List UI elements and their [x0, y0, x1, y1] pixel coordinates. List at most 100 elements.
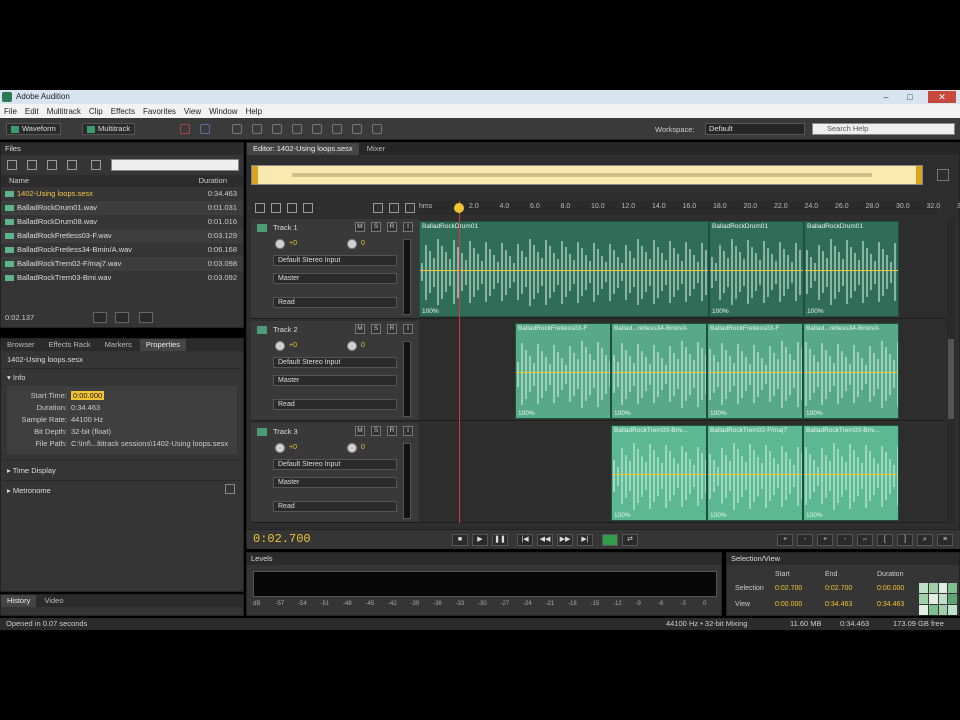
preview-loop-icon[interactable]: [115, 312, 129, 323]
slip-tool-icon[interactable]: [272, 124, 282, 134]
arm-record-button[interactable]: R: [387, 426, 397, 436]
preview-play-icon[interactable]: [93, 312, 107, 323]
editor-scrollbar-thumb[interactable]: [948, 339, 954, 419]
mute-button[interactable]: M: [355, 324, 365, 334]
spectral-pitch-icon[interactable]: [200, 124, 210, 134]
file-row[interactable]: BalladRockDrum08.wav 0:01.016: [1, 215, 243, 229]
volume-value[interactable]: +0: [289, 342, 297, 349]
zoom-out-amplitude-icon[interactable]: -: [797, 534, 813, 546]
zoom-in-amplitude-icon[interactable]: +: [777, 534, 793, 546]
menu-file[interactable]: File: [4, 107, 17, 116]
menu-effects[interactable]: Effects: [111, 107, 135, 116]
tab-browser[interactable]: Browser: [1, 339, 41, 351]
move-to-end-button[interactable]: ▶|: [577, 534, 593, 546]
search-help-input[interactable]: Search Help: [812, 123, 955, 135]
mute-button[interactable]: M: [355, 426, 365, 436]
zoom-in-time-icon[interactable]: +: [817, 534, 833, 546]
editor-scrollbar[interactable]: [947, 219, 955, 523]
pan-knob[interactable]: [347, 443, 357, 453]
track-effects-tool-icon[interactable]: [271, 203, 281, 213]
track-name[interactable]: Track 3: [273, 427, 298, 436]
files-tab[interactable]: Files: [5, 144, 21, 153]
playhead-handle[interactable]: [454, 203, 464, 213]
track-eq-tool-icon[interactable]: [303, 203, 313, 213]
automation-mode-select[interactable]: Read: [273, 297, 397, 308]
file-row[interactable]: BalladRockDrum01.wav 0:01.031: [1, 201, 243, 215]
menu-edit[interactable]: Edit: [25, 107, 39, 116]
clip-volume-line[interactable]: [420, 270, 708, 271]
selection-start[interactable]: 0:02.700: [775, 585, 802, 592]
tab-editor[interactable]: Editor: 1402-Using loops.sesx: [247, 143, 359, 155]
waveform-button[interactable]: Waveform: [6, 123, 61, 135]
skip-selection-button[interactable]: ⇄: [622, 534, 638, 546]
audio-clip[interactable]: BalladRockTrem03-Bmi... 100%: [611, 425, 707, 521]
audio-clip[interactable]: Ballad...retless34-Bmin/A 100%: [611, 323, 707, 419]
metronome-icon[interactable]: [225, 484, 235, 494]
selection-view-title[interactable]: Selection/View: [731, 554, 780, 563]
tab-markers[interactable]: Markers: [99, 339, 138, 351]
monitor-input-button[interactable]: I: [403, 324, 413, 334]
open-file-icon[interactable]: [27, 160, 37, 170]
track-header[interactable]: Track 2 M S R I +0 0 Default Stereo Input Master…: [251, 321, 419, 421]
pan-value[interactable]: 0: [361, 444, 365, 451]
clip-volume-line[interactable]: [516, 372, 610, 373]
track-header[interactable]: Track 1 M S R I +0 0 Default Stereo Input Master…: [251, 219, 419, 319]
menu-view[interactable]: View: [184, 107, 201, 116]
solo-button[interactable]: S: [371, 222, 381, 232]
playhead[interactable]: [459, 201, 460, 523]
track-volume-tool-icon[interactable]: [255, 203, 265, 213]
pause-button[interactable]: ❚❚: [492, 534, 508, 546]
audio-clip[interactable]: BalladRockFretless03-F 100%: [707, 323, 803, 419]
audio-clip[interactable]: BalladRockDrum01 100%: [709, 221, 804, 317]
audio-clip[interactable]: BalladRockDrum01 100%: [804, 221, 899, 317]
volume-value[interactable]: +0: [289, 240, 297, 247]
input-monitor-icon[interactable]: [389, 203, 399, 213]
monitor-input-button[interactable]: I: [403, 222, 413, 232]
zoom-full-icon[interactable]: ⇔: [857, 534, 873, 546]
zoom-in-point-icon[interactable]: [: [877, 534, 893, 546]
tab-video[interactable]: Video: [38, 595, 69, 607]
volume-knob[interactable]: [275, 443, 285, 453]
time-selection-icon[interactable]: [292, 124, 302, 134]
track-lane[interactable]: BalladRockFretless03-F 100% Ballad...retle…: [419, 321, 945, 421]
audio-clip[interactable]: BalladRockFretless03-F 100%: [515, 323, 611, 419]
selection-end[interactable]: 0:02.700: [825, 585, 852, 592]
stop-button[interactable]: ■: [452, 534, 468, 546]
move-to-start-button[interactable]: |◀: [517, 534, 533, 546]
arm-record-button[interactable]: R: [387, 324, 397, 334]
solo-button[interactable]: S: [371, 426, 381, 436]
track-sends-tool-icon[interactable]: [287, 203, 297, 213]
automation-mode-select[interactable]: Read: [273, 501, 397, 512]
zoom-out-time-icon[interactable]: -: [837, 534, 853, 546]
move-tool-icon[interactable]: [232, 124, 242, 134]
brush-icon[interactable]: [352, 124, 362, 134]
menu-clip[interactable]: Clip: [89, 107, 103, 116]
workspace-select[interactable]: Default: [705, 123, 805, 135]
view-duration[interactable]: 0:34.463: [877, 601, 904, 608]
output-select[interactable]: Master: [273, 477, 397, 488]
file-row[interactable]: BalladRockFretless34-Bmin/A.wav 0:06.168: [1, 243, 243, 257]
volume-value[interactable]: +0: [289, 444, 297, 451]
selection-duration[interactable]: 0:00.000: [877, 585, 904, 592]
view-start[interactable]: 0:00.000: [775, 601, 802, 608]
new-file-icon[interactable]: [7, 160, 17, 170]
view-end[interactable]: 0:34.463: [825, 601, 852, 608]
track-lane[interactable]: BalladRockTrem03-Bmi... 100% BalladRockTre…: [419, 423, 945, 523]
section-time-display[interactable]: ▸ Time Display: [1, 460, 243, 480]
file-row[interactable]: BalladRockFretless03-F.wav 0:03.129: [1, 229, 243, 243]
marquee-icon[interactable]: [312, 124, 322, 134]
menu-favorites[interactable]: Favorites: [143, 107, 176, 116]
record-loop-button[interactable]: [602, 534, 618, 546]
pin-icon[interactable]: [937, 169, 949, 181]
pan-knob[interactable]: [347, 341, 357, 351]
time-ruler[interactable]: hms 2.0 4.0 6.0 8.0 10.0 12.0 14.0 16.0 18.0 20.0…: [417, 201, 960, 215]
rewind-button[interactable]: ◀◀: [537, 534, 553, 546]
audio-clip[interactable]: BalladRockDrum01 100%: [419, 221, 709, 317]
menu-multitrack[interactable]: Multitrack: [47, 107, 81, 116]
volume-knob[interactable]: [275, 239, 285, 249]
clip-volume-line[interactable]: [805, 270, 898, 271]
file-row[interactable]: BalladRockTrem02-F/maj7.wav 0:03.098: [1, 257, 243, 271]
monitor-input-button[interactable]: I: [403, 426, 413, 436]
clip-volume-line[interactable]: [708, 474, 802, 475]
audio-clip[interactable]: BalladRockTrem02-F/maj7 100%: [707, 425, 803, 521]
